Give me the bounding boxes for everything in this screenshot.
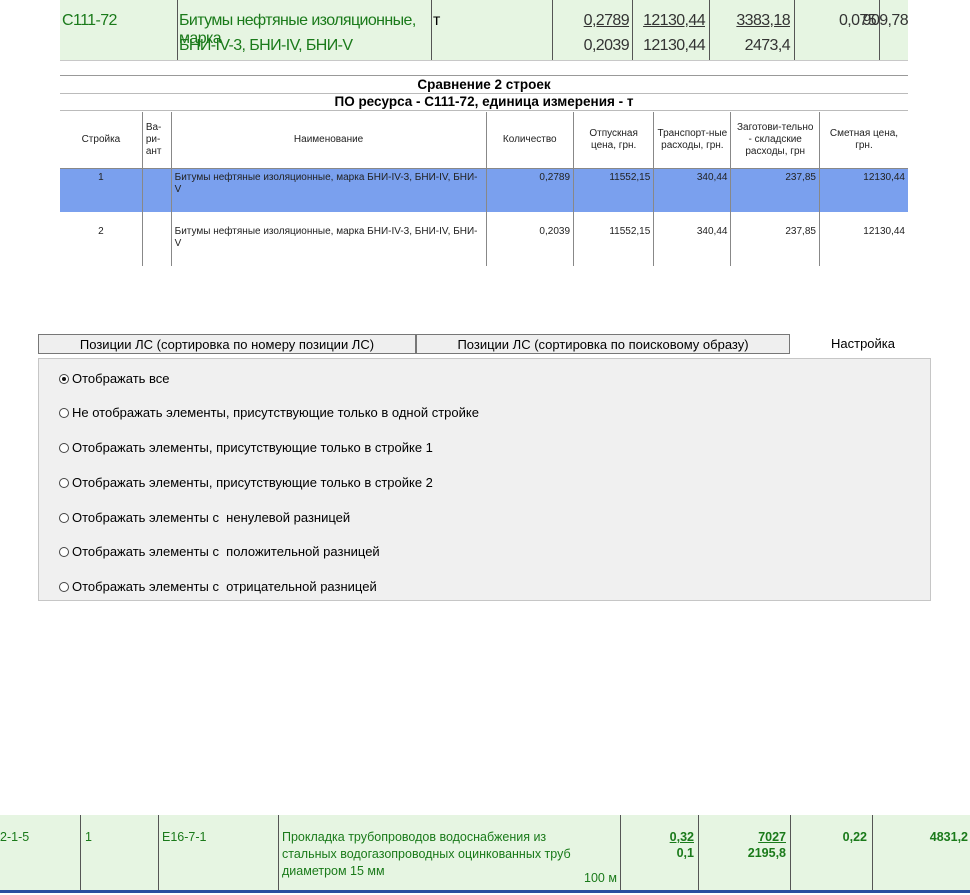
cell-transport: 340,44 <box>653 168 732 212</box>
cell-qty: 0,2789 <box>486 168 575 212</box>
radio-icon[interactable] <box>59 547 69 557</box>
header-storage: Заготови-тельно - складские расходы, грн <box>730 112 820 169</box>
qty-1: 0,2789 <box>583 12 630 29</box>
top-resource-row[interactable]: С111-72 Битумы нефтяные изоляционные, ма… <box>60 0 909 61</box>
diff-cell: 0,075 <box>795 0 880 60</box>
price-1: 12130,44 <box>643 12 706 29</box>
option-only-stroyka-1[interactable]: Отображать элементы, присутствующие толь… <box>59 441 433 455</box>
diff-sum-value: 909,78 <box>862 12 909 29</box>
work-diff: 0,22 <box>842 830 867 844</box>
work-price-2: 2195,8 <box>747 846 786 860</box>
option-label: Отображать элементы с отрицательной разн… <box>72 579 377 594</box>
option-nonzero-diff[interactable]: Отображать элементы с ненулевой разницей <box>59 511 350 525</box>
cell-variant <box>142 212 172 266</box>
comparison-subtitle: ПО ресурса - С111-72, единица измерения … <box>60 93 908 111</box>
cell-stroyka: 1 <box>60 168 143 212</box>
header-estimate: Сметная цена, грн. <box>819 112 908 169</box>
option-label: Отображать элементы, присутствующие толь… <box>72 440 433 455</box>
resource-code: С111-72 <box>62 12 117 29</box>
option-label: Отображать элементы с положительной разн… <box>72 544 380 559</box>
header-release-price: Отпускная цена, грн. <box>573 112 655 169</box>
price-2: 12130,44 <box>643 37 706 54</box>
radio-icon[interactable] <box>59 478 69 488</box>
radio-icon[interactable] <box>59 582 69 592</box>
sum-2: 2473,4 <box>744 37 791 54</box>
header-stroyka: Стройка <box>60 112 143 169</box>
header-transport: Транспорт-ные расходы, грн. <box>653 112 732 169</box>
option-positive-diff[interactable]: Отображать элементы с положительной разн… <box>59 545 380 559</box>
code-cell: С111-72 <box>60 0 178 60</box>
tab-sort-by-search[interactable]: Позиции ЛС (сортировка по поисковому обр… <box>416 334 790 354</box>
resource-name-line2: БНИ-IV-3, БНИ-IV, БНИ-V <box>179 37 353 54</box>
settings-panel: Отображать все Не отображать элементы, п… <box>38 358 931 601</box>
sum-cell: 3383,18 2473,4 <box>710 0 795 60</box>
work-price-1: 7027 <box>758 830 786 844</box>
qty-2: 0,2039 <box>583 37 630 54</box>
work-name-line3: диаметром 15 мм <box>282 864 385 878</box>
option-hide-single[interactable]: Не отображать элементы, присутствующие т… <box>59 406 479 420</box>
table-row[interactable]: 1 Битумы нефтяные изоляционные, марка БН… <box>60 168 908 212</box>
work-code: Е16-7-1 <box>162 830 207 844</box>
column-divider <box>790 815 791 890</box>
cell-variant <box>142 168 172 212</box>
unit-cell: т <box>432 0 553 60</box>
cell-storage: 237,85 <box>730 168 820 212</box>
option-label: Отображать все <box>72 371 170 386</box>
position-number: 2-1-5 <box>0 830 30 844</box>
comparison-title: Сравнение 2 строек <box>60 75 908 94</box>
tab-sort-by-position[interactable]: Позиции ЛС (сортировка по номеру позиции… <box>38 334 416 354</box>
radio-checked-icon[interactable] <box>59 374 69 384</box>
cell-estimate: 12130,44 <box>819 168 908 212</box>
radio-icon[interactable] <box>59 443 69 453</box>
price-cell: 12130,44 12130,44 <box>633 0 710 60</box>
column-divider <box>158 815 159 890</box>
option-label: Отображать элементы с ненулевой разницей <box>72 510 351 525</box>
cell-transport: 340,44 <box>653 212 732 266</box>
name-cell: Битумы нефтяные изоляционные, марка БНИ-… <box>178 0 432 60</box>
column-divider <box>872 815 873 890</box>
cell-name: Битумы нефтяные изоляционные, марка БНИ-… <box>171 212 487 266</box>
resource-unit: т <box>433 12 440 29</box>
column-divider <box>80 815 81 890</box>
radio-icon[interactable] <box>59 513 69 523</box>
work-unit: 100 м <box>584 871 617 885</box>
comparison-table: Стройка Ва- ри- ант Наименование Количес… <box>60 112 908 266</box>
cell-name: Битумы нефтяные изоляционные, марка БНИ-… <box>171 168 487 212</box>
cell-estimate: 12130,44 <box>863 226 905 237</box>
cell-qty: 0,2039 <box>486 212 575 266</box>
work-diff-sum: 4831,2 <box>929 830 968 844</box>
cell-storage: 237,85 <box>730 212 820 266</box>
work-name-line2: стальных водогазопроводных оцинкованных … <box>282 847 571 861</box>
cell-stroyka: 2 <box>60 212 143 266</box>
header-variant: Ва- ри- ант <box>142 112 172 169</box>
row-number: 1 <box>85 830 92 844</box>
cell-release-price: 11552,15 <box>573 168 655 212</box>
cell-release-price: 11552,15 <box>573 212 655 266</box>
option-only-stroyka-2[interactable]: Отображать элементы, присутствующие толь… <box>59 476 433 490</box>
work-qty-1: 0,32 <box>669 830 694 844</box>
comparison-header-row: Стройка Ва- ри- ант Наименование Количес… <box>60 112 908 169</box>
column-divider <box>278 815 279 890</box>
column-divider <box>620 815 621 890</box>
option-show-all[interactable]: Отображать все <box>59 372 170 386</box>
diff-sum-cell: 909,78 <box>863 0 909 60</box>
bottom-position-row[interactable]: 2-1-5 1 Е16-7-1 Прокладка трубопроводов … <box>0 815 970 893</box>
column-divider <box>698 815 699 890</box>
table-row[interactable]: 2 Битумы нефтяные изоляционные, марка БН… <box>60 212 908 266</box>
tab-settings[interactable]: Настройка <box>818 334 908 354</box>
option-negative-diff[interactable]: Отображать элементы с отрицательной разн… <box>59 580 377 594</box>
work-qty-2: 0,1 <box>676 846 694 860</box>
header-qty: Количество <box>486 112 575 169</box>
work-name-line1: Прокладка трубопроводов водоснабжения из <box>282 830 547 844</box>
sum-1: 3383,18 <box>736 12 790 29</box>
header-name: Наименование <box>171 112 487 169</box>
option-label: Отображать элементы, присутствующие толь… <box>72 475 433 490</box>
radio-icon[interactable] <box>59 408 69 418</box>
qty-cell: 0,2789 0,2039 <box>553 0 633 60</box>
option-label: Не отображать элементы, присутствующие т… <box>72 405 479 420</box>
